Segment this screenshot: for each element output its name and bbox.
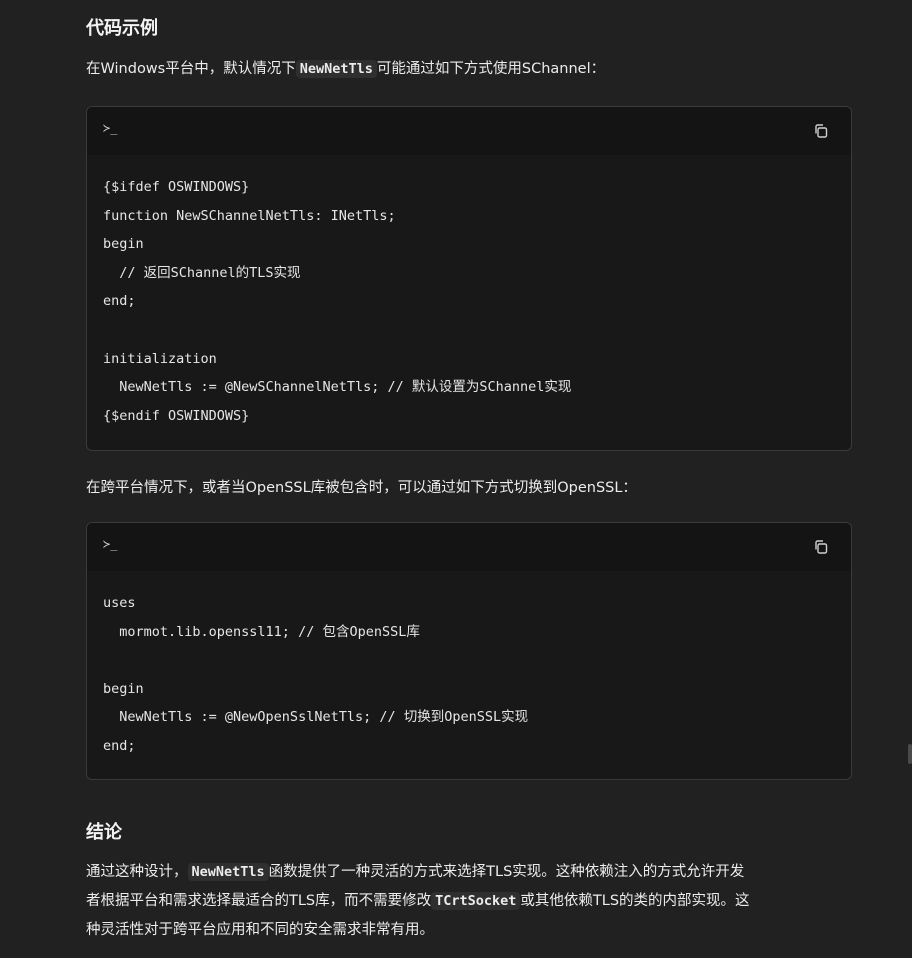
code-line: {$ifdef OSWINDOWS} [103,179,250,195]
section-heading-conclusion: 结论 [86,822,122,843]
code-line: mormot.lib.openssl11; // 包含OpenSSL库 [103,623,420,640]
intro-paragraph: 在Windows平台中，默认情况下 NewNetTls 可能通过如下方式使用SCha… [86,58,605,80]
scrollbar-thumb[interactable] [908,744,912,764]
code-line: begin [103,680,144,697]
intro-text-before: 在Windows平台中，默认情况下 [86,61,296,77]
copy-icon[interactable] [813,123,829,139]
inline-code-newnettls: NewNetTls [295,60,377,78]
conclusion-line-1: 通过这种设计， NewNetTls 函数提供了一种灵活的方式来选择TLS实现。这种依… [86,858,856,887]
code-content: uses mormot.lib.openssl11; // 包含OpenSSL库… [87,571,851,777]
code-line: begin [103,236,144,253]
code-line: NewNetTls := @NewSChannelNetTls; // 默认设置… [103,379,572,396]
code-block-header: ≻_ [87,107,851,155]
copy-icon[interactable] [813,539,829,555]
code-content: {$ifdef OSWINDOWS} function NewSChannelNe… [87,155,851,446]
code-line: function NewSChannelNetTls: INetTls; [103,207,396,224]
inline-code-tcrtsocket: TCrtSocket [431,892,521,910]
conclusion-text: 通过这种设计， [86,864,188,880]
inline-code-newnettls: NewNetTls [187,863,269,881]
conclusion-text: 函数提供了一种灵活的方式来选择TLS实现。这种依赖注入的方式允许开发 [268,864,745,880]
intro-text-after: 可能通过如下方式使用SChannel： [376,61,606,77]
section-heading-code-example: 代码示例 [86,18,158,39]
middle-paragraph: 在跨平台情况下，或者当OpenSSL库被包含时，可以通过如下方式切换到OpenS… [86,480,637,496]
code-block-schannel: ≻_ {$ifdef OSWINDOWS} function NewSChanne… [86,106,852,451]
code-block-header: ≻_ [87,523,851,571]
code-block-openssl: ≻_ uses mormot.lib.openssl11; // 包含OpenS… [86,522,852,780]
conclusion-line-3: 种灵活性对于跨平台应用和不同的安全需求非常有用。 [86,922,434,938]
code-line: uses [103,595,136,611]
page: 代码示例 在Windows平台中，默认情况下 NewNetTls 可能通过如下方式使… [0,0,912,958]
code-line: // 返回SChannel的TLS实现 [103,264,301,281]
code-line: end; [103,737,136,754]
code-line: initialization [103,350,217,367]
conclusion-text: 或其他依赖TLS的类的内部实现。这 [520,893,750,909]
conclusion-text: 者根据平台和需求选择最适合的TLS库，而不需要修改 [86,893,432,909]
terminal-prompt-icon: ≻_ [103,537,118,551]
code-line: end; [103,293,136,310]
code-line: NewNetTls := @NewOpenSslNetTls; // 切换到Op… [103,709,529,726]
conclusion-line-2: 者根据平台和需求选择最适合的TLS库，而不需要修改 TCrtSocket 或其他依赖… [86,887,856,916]
terminal-prompt-icon: ≻_ [103,121,118,135]
code-line: {$endif OSWINDOWS} [103,407,250,424]
conclusion-paragraph: 通过这种设计， NewNetTls 函数提供了一种灵活的方式来选择TLS实现。这种依… [86,858,856,945]
